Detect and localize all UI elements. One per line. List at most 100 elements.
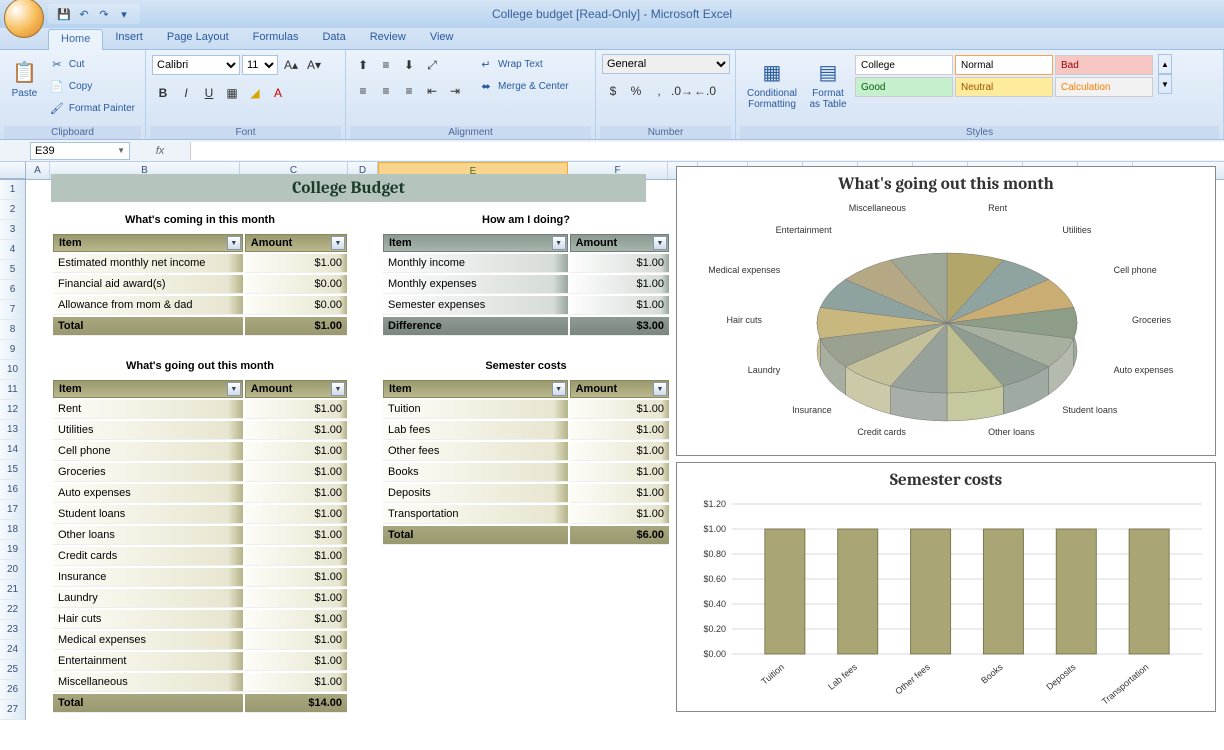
- decrease-indent-button[interactable]: ⇤: [421, 80, 443, 102]
- row-header-9[interactable]: 9: [0, 340, 26, 360]
- shrink-font-button[interactable]: A▾: [303, 54, 325, 76]
- underline-button[interactable]: U: [198, 82, 220, 104]
- row-header-12[interactable]: 12: [0, 400, 26, 420]
- tab-data[interactable]: Data: [310, 28, 357, 49]
- tab-formulas[interactable]: Formulas: [241, 28, 311, 49]
- undo-icon[interactable]: ↶: [76, 6, 92, 22]
- grow-font-button[interactable]: A▴: [280, 54, 302, 76]
- row-header-7[interactable]: 7: [0, 300, 26, 320]
- row-header-24[interactable]: 24: [0, 640, 26, 660]
- row-header-26[interactable]: 26: [0, 680, 26, 700]
- cell-style-good[interactable]: Good: [855, 77, 953, 97]
- filter-icon[interactable]: ▼: [552, 236, 566, 250]
- percent-button[interactable]: %: [625, 80, 647, 102]
- tab-page-layout[interactable]: Page Layout: [155, 28, 241, 49]
- row-header-11[interactable]: 11: [0, 380, 26, 400]
- paste-button[interactable]: 📋 Paste: [6, 54, 43, 101]
- format-painter-button[interactable]: 🖌Format Painter: [45, 98, 139, 118]
- name-box[interactable]: E39▼: [30, 142, 130, 160]
- orientation-button[interactable]: ⤢: [421, 54, 443, 76]
- increase-indent-button[interactable]: ⇥: [444, 80, 466, 102]
- window-title: College budget [Read-Only] - Microsoft E…: [492, 7, 732, 21]
- row-header-23[interactable]: 23: [0, 620, 26, 640]
- pie-chart[interactable]: What's going out this month RentUtilitie…: [676, 166, 1216, 456]
- font-color-button[interactable]: A: [267, 82, 289, 104]
- cell-style-neutral[interactable]: Neutral: [955, 77, 1053, 97]
- copy-button[interactable]: 📄Copy: [45, 76, 139, 96]
- filter-icon[interactable]: ▼: [552, 382, 566, 396]
- row-header-17[interactable]: 17: [0, 500, 26, 520]
- row-header-5[interactable]: 5: [0, 260, 26, 280]
- select-all-corner[interactable]: [0, 162, 26, 179]
- cell-style-bad[interactable]: Bad: [1055, 55, 1153, 75]
- row-header-8[interactable]: 8: [0, 320, 26, 340]
- font-name-select[interactable]: Calibri: [152, 55, 240, 75]
- wrap-text-button[interactable]: ↵Wrap Text: [474, 54, 573, 74]
- cut-button[interactable]: ✂Cut: [45, 54, 139, 74]
- tab-review[interactable]: Review: [358, 28, 418, 49]
- svg-text:Insurance: Insurance: [792, 405, 832, 415]
- filter-icon[interactable]: ▼: [331, 382, 345, 396]
- row-header-21[interactable]: 21: [0, 580, 26, 600]
- bar-chart[interactable]: Semester costs $0.00$0.20$0.40$0.60$0.80…: [676, 462, 1216, 712]
- row-header-15[interactable]: 15: [0, 460, 26, 480]
- row-header-1[interactable]: 1: [0, 180, 26, 200]
- svg-text:Transportation: Transportation: [1100, 662, 1151, 704]
- fx-button[interactable]: fx: [130, 145, 190, 157]
- row-header-27[interactable]: 27: [0, 700, 26, 720]
- conditional-formatting-button[interactable]: ▦ Conditional Formatting: [742, 54, 802, 112]
- row-header-6[interactable]: 6: [0, 280, 26, 300]
- align-left-button[interactable]: ≡: [352, 80, 374, 102]
- row-header-14[interactable]: 14: [0, 440, 26, 460]
- comma-button[interactable]: ,: [648, 80, 670, 102]
- cell-style-calculation[interactable]: Calculation: [1055, 77, 1153, 97]
- tab-home[interactable]: Home: [48, 29, 103, 50]
- row-header-19[interactable]: 19: [0, 540, 26, 560]
- merge-center-button[interactable]: ⬌Merge & Center: [474, 76, 573, 96]
- filter-icon[interactable]: ▼: [227, 236, 241, 250]
- fill-color-button[interactable]: ◢: [244, 82, 266, 104]
- title-bar: 💾 ↶ ↷ ▾ College budget [Read-Only] - Mic…: [0, 0, 1224, 28]
- save-icon[interactable]: 💾: [56, 6, 72, 22]
- row-header-22[interactable]: 22: [0, 600, 26, 620]
- currency-button[interactable]: $: [602, 80, 624, 102]
- increase-decimal-button[interactable]: .0→: [671, 80, 693, 102]
- row-header-13[interactable]: 13: [0, 420, 26, 440]
- cell-style-college[interactable]: College: [855, 55, 953, 75]
- row-header-3[interactable]: 3: [0, 220, 26, 240]
- bold-button[interactable]: B: [152, 82, 174, 104]
- align-top-button[interactable]: ⬆: [352, 54, 374, 76]
- style-scroll-up[interactable]: ▲: [1158, 54, 1172, 74]
- filter-icon[interactable]: ▼: [227, 382, 241, 396]
- row-header-18[interactable]: 18: [0, 520, 26, 540]
- format-as-table-button[interactable]: ▤ Format as Table: [804, 54, 852, 112]
- style-scroll-down[interactable]: ▼: [1158, 74, 1172, 94]
- italic-button[interactable]: I: [175, 82, 197, 104]
- align-right-button[interactable]: ≡: [398, 80, 420, 102]
- alignment-label: Alignment: [350, 126, 591, 139]
- formula-input[interactable]: [190, 142, 1224, 160]
- redo-icon[interactable]: ↷: [96, 6, 112, 22]
- row-header-10[interactable]: 10: [0, 360, 26, 380]
- decrease-decimal-button[interactable]: ←.0: [694, 80, 716, 102]
- qat-more-icon[interactable]: ▾: [116, 6, 132, 22]
- col-header-A[interactable]: A: [26, 162, 50, 179]
- filter-icon[interactable]: ▼: [653, 382, 667, 396]
- font-size-select[interactable]: 11: [242, 55, 278, 75]
- number-format-select[interactable]: General: [602, 54, 730, 74]
- align-middle-button[interactable]: ≡: [375, 54, 397, 76]
- filter-icon[interactable]: ▼: [331, 236, 345, 250]
- row-header-25[interactable]: 25: [0, 660, 26, 680]
- tab-view[interactable]: View: [418, 28, 466, 49]
- row-header-16[interactable]: 16: [0, 480, 26, 500]
- cell-style-normal[interactable]: Normal: [955, 55, 1053, 75]
- filter-icon[interactable]: ▼: [653, 236, 667, 250]
- align-center-button[interactable]: ≡: [375, 80, 397, 102]
- row-header-4[interactable]: 4: [0, 240, 26, 260]
- row-header-2[interactable]: 2: [0, 200, 26, 220]
- align-bottom-button[interactable]: ⬇: [398, 54, 420, 76]
- tab-insert[interactable]: Insert: [103, 28, 155, 49]
- row-header-20[interactable]: 20: [0, 560, 26, 580]
- group-alignment: ⬆ ≡ ⬇ ⤢ ≡ ≡ ≡ ⇤ ⇥ ↵Wrap Text ⬌Merge & Ce…: [346, 50, 596, 139]
- border-button[interactable]: ▦: [221, 82, 243, 104]
